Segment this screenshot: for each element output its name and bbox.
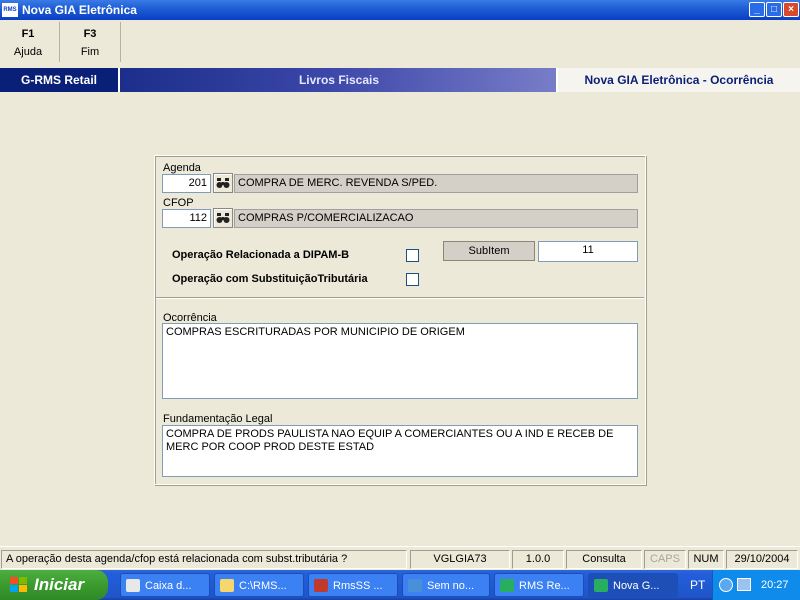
subst-checkbox[interactable] xyxy=(406,273,419,286)
status-program: VGLGIA73 xyxy=(410,550,510,569)
taskbar-item-active[interactable]: Nova G... xyxy=(588,573,678,597)
exit-key: F3 xyxy=(83,28,97,40)
start-button[interactable]: Iniciar xyxy=(0,570,108,600)
language-indicator[interactable]: PT xyxy=(690,570,710,600)
exit-label: Fim xyxy=(80,46,100,58)
taskbar-item[interactable]: Caixa d... xyxy=(120,573,210,597)
status-mode: Consulta xyxy=(566,550,642,569)
cfop-description: COMPRAS P/COMERCIALIZACAO xyxy=(234,209,638,228)
document-icon xyxy=(408,579,422,592)
rms-app-icon xyxy=(594,579,608,592)
cfop-label: CFOP xyxy=(163,197,194,209)
window-title: Nova GIA Eletrônica xyxy=(22,3,137,17)
fundamentacao-label: Fundamentação Legal xyxy=(163,413,273,425)
taskbar-item[interactable]: Sem no... xyxy=(402,573,490,597)
folder-icon xyxy=(220,579,234,592)
help-label: Ajuda xyxy=(13,46,43,58)
help-button[interactable]: F1 Ajuda xyxy=(0,28,56,58)
subst-label: Operação com SubstituiçãoTributária xyxy=(172,273,368,285)
minimize-button[interactable]: _ xyxy=(749,2,765,17)
cfop-search-button[interactable] xyxy=(213,208,233,228)
agenda-description: COMPRA DE MERC. REVENDA S/PED. xyxy=(234,174,638,193)
function-key-toolbar: F1 Ajuda F3 Fim xyxy=(0,20,800,66)
agenda-label: Agenda xyxy=(163,162,201,174)
title-bar: RMS Nova GIA Eletrônica _ □ × xyxy=(0,0,800,20)
taskbar-item-label: Nova G... xyxy=(613,580,660,592)
help-key: F1 xyxy=(21,28,35,40)
cfop-code-input[interactable]: 112 xyxy=(162,209,211,228)
taskbar-item[interactable]: C:\RMS... xyxy=(214,573,304,597)
chevron-left-icon[interactable] xyxy=(719,578,733,592)
taskbar-item-label: RmsSS ... xyxy=(333,580,383,592)
mail-icon xyxy=(126,579,140,592)
taskbar: Iniciar Caixa d... C:\RMS... RmsSS ... S… xyxy=(0,570,800,600)
maximize-button[interactable]: □ xyxy=(766,2,782,17)
binoculars-icon xyxy=(216,213,230,223)
taskbar-item-label: Caixa d... xyxy=(145,580,192,592)
ocorrencia-textarea[interactable]: COMPRAS ESCRITURADAS POR MUNICIPIO DE OR… xyxy=(162,323,638,399)
module-header: G-RMS Retail Livros Fiscais Nova GIA Ele… xyxy=(0,68,800,92)
network-icon[interactable] xyxy=(737,578,751,591)
app-icon: RMS xyxy=(2,3,18,17)
taskbar-item-label: C:\RMS... xyxy=(239,580,287,592)
clock[interactable]: 20:27 xyxy=(761,570,789,600)
system-tray: 20:27 xyxy=(712,570,800,600)
status-date: 29/10/2004 xyxy=(726,550,798,569)
agenda-code-input[interactable]: 201 xyxy=(162,174,211,193)
status-num: NUM xyxy=(688,550,724,569)
binoculars-icon xyxy=(216,178,230,188)
rms-app-icon xyxy=(500,579,514,592)
windows-logo-icon xyxy=(10,577,27,592)
dipam-checkbox[interactable] xyxy=(406,249,419,262)
fundamentacao-textarea[interactable]: COMPRA DE PRODS PAULISTA NAO EQUIP A COM… xyxy=(162,425,638,477)
module-name: Livros Fiscais xyxy=(298,73,380,87)
subitem-label: SubItem xyxy=(443,241,535,261)
agenda-search-button[interactable] xyxy=(213,173,233,193)
taskbar-item-label: Sem no... xyxy=(427,580,475,592)
rms-app-icon xyxy=(314,579,328,592)
product-name: G-RMS Retail xyxy=(0,68,120,92)
dipam-label: Operação Relacionada a DIPAM-B xyxy=(172,249,350,261)
screen-name: Nova GIA Eletrônica - Ocorrência xyxy=(556,68,800,92)
taskbar-item[interactable]: RMS Re... xyxy=(494,573,584,597)
subitem-input[interactable]: 11 xyxy=(538,241,638,262)
start-label: Iniciar xyxy=(34,575,85,594)
toolbar-divider xyxy=(59,22,60,62)
toolbar-divider xyxy=(120,22,121,62)
taskbar-item[interactable]: RmsSS ... xyxy=(308,573,398,597)
exit-button[interactable]: F3 Fim xyxy=(62,28,118,58)
status-version: 1.0.0 xyxy=(512,550,564,569)
taskbar-item-label: RMS Re... xyxy=(519,580,570,592)
status-bar: A operação desta agenda/cfop está relaci… xyxy=(0,546,800,570)
section-divider xyxy=(156,297,644,299)
status-caps: CAPS xyxy=(644,550,686,569)
close-button[interactable]: × xyxy=(783,2,799,17)
status-message: A operação desta agenda/cfop está relaci… xyxy=(1,550,407,569)
